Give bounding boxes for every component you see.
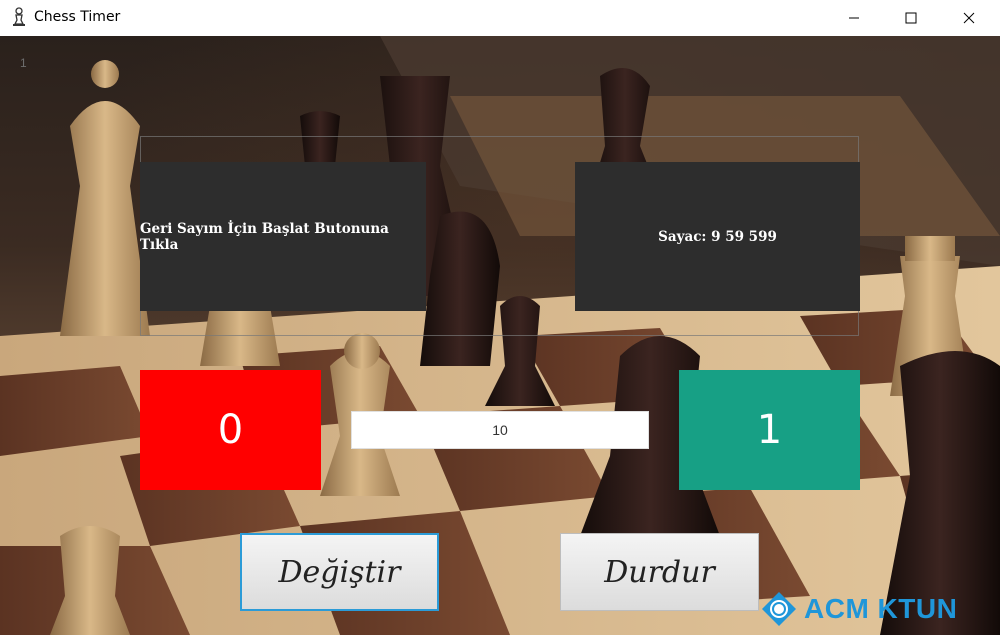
minimize-button[interactable] (831, 0, 877, 36)
counter-text: Sayac: 9 59 599 (658, 228, 777, 245)
close-icon (963, 12, 975, 24)
brand-text: ACM KTUN (804, 593, 958, 624)
instruction-panel: Geri Sayım İçin Başlat Butonuna Tıkla (140, 162, 426, 311)
maximize-button[interactable] (888, 0, 934, 36)
corner-label: 1 (20, 56, 27, 70)
chess-pawn-icon (13, 7, 25, 26)
acm-logo-icon (762, 592, 796, 626)
player-left-score[interactable]: 0 (140, 370, 321, 490)
window-title: Chess Timer (34, 9, 121, 25)
maximize-icon (905, 12, 917, 24)
minimize-icon (849, 17, 859, 19)
player-right-score-value: 1 (756, 407, 783, 453)
player-left-score-value: 0 (217, 407, 244, 453)
time-input[interactable] (351, 411, 649, 449)
change-button[interactable]: Değiştir (240, 533, 439, 611)
counter-panel: Sayac: 9 59 599 (575, 162, 860, 311)
brand-logo: ACM KTUN (760, 589, 990, 629)
player-right-score[interactable]: 1 (679, 370, 860, 490)
title-bar: Chess Timer (0, 0, 1000, 36)
stop-button[interactable]: Durdur (560, 533, 759, 611)
instruction-text: Geri Sayım İçin Başlat Butonuna Tıkla (140, 220, 389, 253)
chess-background: 1 Geri Sayım İçin Başlat Butonuna Tıkla … (0, 36, 1000, 635)
close-button[interactable] (946, 0, 992, 36)
